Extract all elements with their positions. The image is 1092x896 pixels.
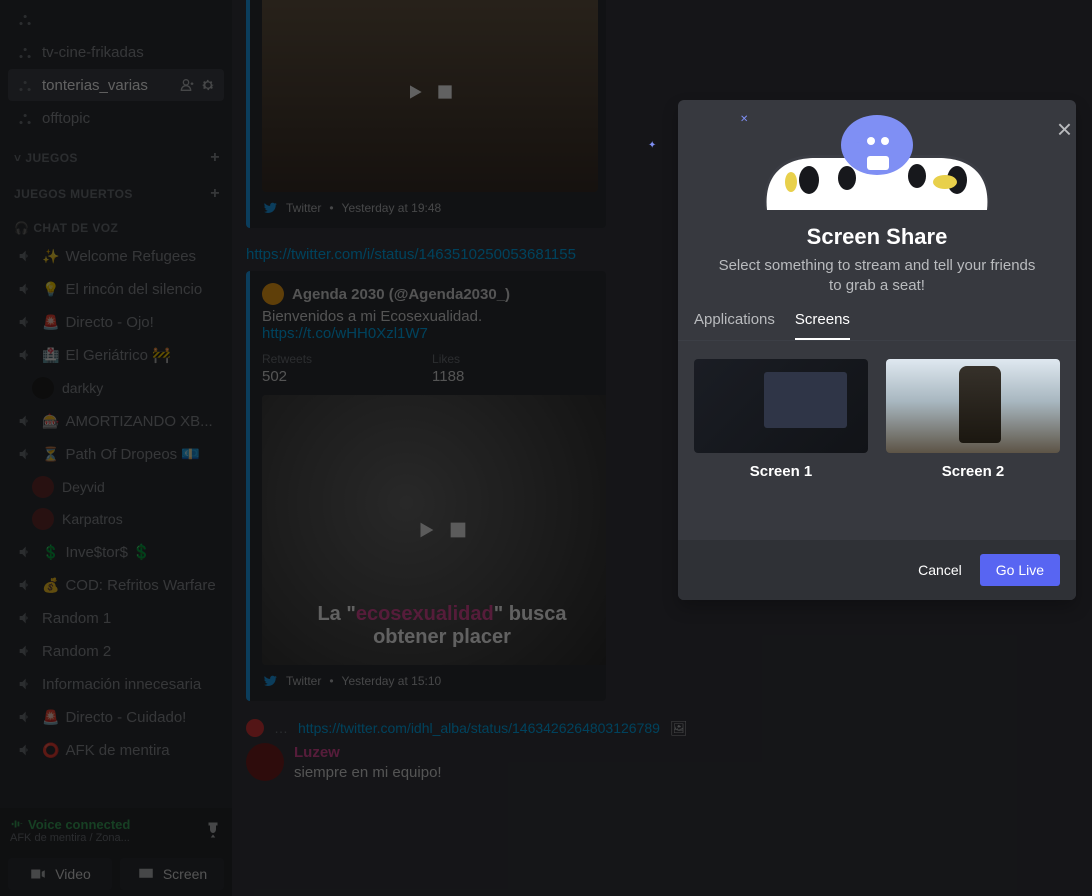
modal-tabs: Applications Screens xyxy=(678,297,1076,341)
screen-option-1[interactable]: Screen 1 xyxy=(694,359,868,480)
close-button[interactable]: × xyxy=(1049,106,1080,153)
modal-banner: ✦ ✕ ✦ xyxy=(678,100,1076,210)
tab-screens[interactable]: Screens xyxy=(795,311,850,340)
cancel-button[interactable]: Cancel xyxy=(918,562,962,578)
screen-share-modal: × ✦ ✕ ✦ Screen Share Select something to… xyxy=(678,100,1076,600)
screens-grid: Screen 1 Screen 2 xyxy=(678,341,1076,540)
screen-label: Screen 1 xyxy=(694,463,868,480)
go-live-button[interactable]: Go Live xyxy=(980,554,1060,586)
screen-thumbnail xyxy=(886,359,1060,453)
tab-applications[interactable]: Applications xyxy=(694,311,775,340)
screen-option-2[interactable]: Screen 2 xyxy=(886,359,1060,480)
screen-thumbnail xyxy=(694,359,868,453)
modal-subtitle: Select something to stream and tell your… xyxy=(678,250,1076,297)
modal-footer: Cancel Go Live xyxy=(678,540,1076,600)
modal-title: Screen Share xyxy=(678,224,1076,250)
screen-label: Screen 2 xyxy=(886,463,1060,480)
